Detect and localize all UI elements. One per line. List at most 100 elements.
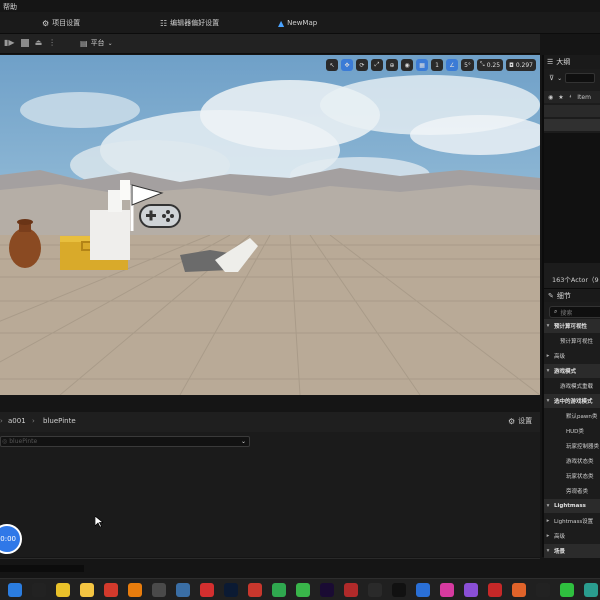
details-row[interactable]: ▾ 选中的游戏模式 (544, 394, 600, 408)
rotation-snap-value[interactable]: 5° (461, 59, 474, 71)
scale-snap-button[interactable]: ⤡ 0.25 (476, 59, 504, 71)
rotate-icon[interactable]: ⟳ (356, 59, 369, 71)
world-space-icon[interactable]: ⊕ (386, 59, 399, 71)
windows-start-icon[interactable] (8, 583, 22, 597)
app-blue-icon[interactable] (416, 583, 430, 597)
details-row[interactable]: 游戏模式重载 (544, 379, 600, 393)
details-row[interactable]: ▾ 游戏模式 (544, 364, 600, 378)
app-green-2-icon[interactable] (296, 583, 310, 597)
player-start-icon[interactable] (128, 183, 184, 235)
scale-snap-icon: ⤡ (479, 61, 485, 68)
app-pink-icon[interactable] (440, 583, 454, 597)
rotation-snap-icon[interactable]: ∠ (446, 59, 459, 71)
outliner-row[interactable] (544, 105, 600, 117)
play-icon[interactable]: ▮▶ (4, 38, 15, 47)
eye-icon[interactable]: ◉ (548, 94, 553, 101)
youdao-icon[interactable] (200, 583, 214, 597)
grid-snap-value[interactable]: 1 (431, 59, 444, 71)
details-row[interactable]: 游戏状态类 (544, 454, 600, 468)
blender-icon[interactable] (128, 583, 142, 597)
grid-snap-icon[interactable]: ▦ (416, 59, 429, 71)
eject-icon[interactable]: ⏏ (35, 38, 43, 47)
filter-icon[interactable]: ⊽ (549, 74, 554, 82)
menu-help[interactable]: 帮助 (3, 2, 17, 12)
outliner-column-item[interactable]: Item (577, 94, 591, 101)
console-input[interactable] (0, 565, 84, 572)
details-row[interactable]: 默认pawn类 (544, 409, 600, 423)
app-red-2-icon[interactable] (344, 583, 358, 597)
details-row[interactable]: 旁观者类 (544, 484, 600, 498)
app-teal-icon[interactable] (584, 583, 598, 597)
breadcrumb-item[interactable]: a001 (8, 417, 26, 425)
app-red-icon[interactable] (248, 583, 262, 597)
details-row[interactable]: 预计算可视性 (544, 334, 600, 348)
details-row[interactable]: ▸ Lightmass设置 (544, 514, 600, 528)
wps-icon[interactable] (104, 583, 118, 597)
status-bar (0, 558, 540, 577)
chevron-down-icon: ▾ (546, 398, 550, 404)
translate-icon[interactable]: ✥ (341, 59, 354, 71)
unreal-editor-icon[interactable] (152, 583, 166, 597)
photoshop-icon[interactable] (224, 583, 238, 597)
app-green-icon[interactable] (272, 583, 286, 597)
camera-speed-button[interactable]: ◘ 0.297 (506, 59, 536, 71)
details-header: ✎ 细节 (544, 288, 600, 302)
platform-button[interactable]: ▤ 平台 ⌄ (80, 38, 113, 48)
tab-newmap[interactable]: ▲ NewMap (278, 17, 317, 29)
level-icon: ▲ (278, 18, 285, 28)
details-row-label: 玩家控制器类 (566, 444, 600, 450)
camera-speed-value: 0.297 (515, 61, 533, 69)
menu-bar: 帮助 (0, 0, 600, 12)
details-row[interactable]: 玩家控制器类 (544, 439, 600, 453)
details-row[interactable]: ▸ 高级 (544, 349, 600, 363)
select-mode-icon[interactable]: ↖ (326, 59, 339, 71)
details-search-input[interactable]: ⌕ 搜索 (549, 306, 600, 318)
chevron-right-icon: ▸ (546, 353, 550, 359)
tab-editor-preferences[interactable]: ☷ 编辑器偏好设置 (160, 17, 219, 29)
content-browser: › a001 › bluePinte ⚙ 设置 ◎ bluePinte ⌄ 00… (0, 412, 540, 557)
after-effects-icon[interactable] (320, 583, 334, 597)
more-options-icon[interactable]: ⋮ (48, 38, 56, 47)
capcut-2-icon[interactable] (536, 583, 550, 597)
outliner-search-input[interactable] (565, 73, 596, 83)
surface-snap-icon[interactable]: ◉ (401, 59, 414, 71)
viewport-toolbar: ↖ ✥ ⟳ ⤢ ⊕ ◉ ▦ 1 ∠ 5° ⤡ 0.25 ◘ 0.297 (326, 59, 536, 71)
details-row[interactable]: ▾ 场景 (544, 544, 600, 558)
gear-app-icon[interactable] (176, 583, 190, 597)
details-row-label: 场景 (554, 549, 566, 555)
pin-icon[interactable]: ⍖ (569, 93, 573, 101)
settings-icon: ⚙ (42, 18, 50, 28)
settings-button[interactable]: ⚙ 设置 (508, 416, 532, 426)
chrome-icon[interactable] (56, 583, 70, 597)
app-yellow-icon[interactable] (80, 583, 94, 597)
search-icon: ⌕ (554, 308, 558, 315)
path-dropdown[interactable]: ◎ bluePinte ⌄ (0, 436, 250, 447)
details-row[interactable]: ▾ Lightmass (544, 499, 600, 513)
details-row-label: 高级 (554, 534, 566, 540)
breadcrumb-item[interactable]: bluePinte (43, 417, 76, 425)
scale-icon[interactable]: ⤢ (371, 59, 384, 71)
details-row[interactable]: ▸ 高级 (544, 529, 600, 543)
outliner-list (544, 133, 600, 263)
star-icon[interactable]: ★ (558, 94, 563, 101)
app-purple-icon[interactable] (464, 583, 478, 597)
main-toolbar: ▮▶ ⏏ ⋮ ▤ 平台 ⌄ (0, 34, 540, 54)
details-row[interactable]: ▾ 预计算可视性 (544, 319, 600, 333)
capcut-icon[interactable] (32, 583, 46, 597)
epic-games-icon[interactable] (368, 583, 382, 597)
chevron-right-icon: ▸ (546, 518, 550, 524)
app-orange-icon[interactable] (512, 583, 526, 597)
stop-icon[interactable] (20, 38, 29, 47)
unreal-engine-icon[interactable] (392, 583, 406, 597)
details-row-label: 高级 (554, 354, 566, 360)
details-row[interactable]: 玩家状态类 (544, 469, 600, 483)
details-row[interactable]: HUD类 (544, 424, 600, 438)
screen-recorder-timer[interactable]: 00:00 (0, 524, 22, 554)
app-red-3-icon[interactable] (488, 583, 502, 597)
app-green-3-icon[interactable] (560, 583, 574, 597)
tab-project-settings[interactable]: ⚙ 项目设置 (42, 17, 80, 29)
level-viewport[interactable]: ↖ ✥ ⟳ ⤢ ⊕ ◉ ▦ 1 ∠ 5° ⤡ 0.25 ◘ 0.297 (0, 55, 540, 395)
sliders-icon: ☷ (160, 18, 168, 28)
camera-icon: ◘ (509, 61, 514, 69)
outliner-row[interactable] (544, 119, 600, 131)
